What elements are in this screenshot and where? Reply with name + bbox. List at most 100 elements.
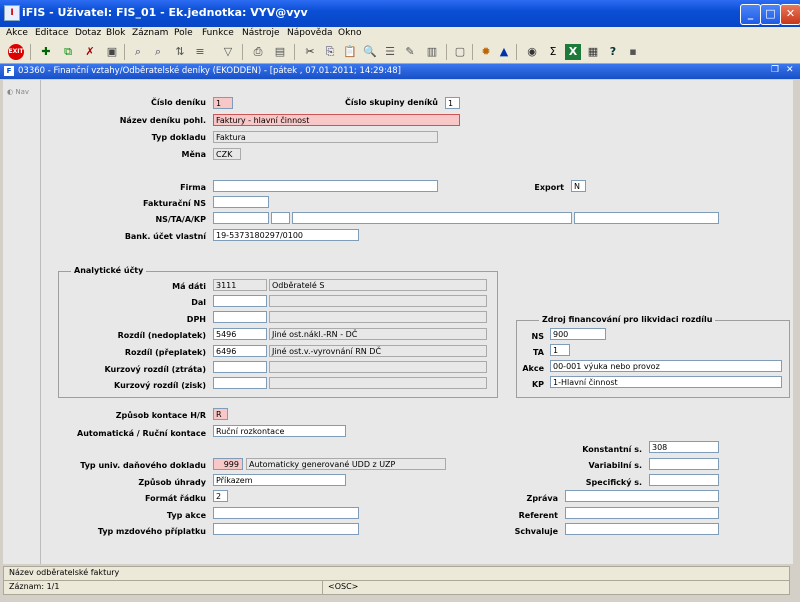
fakturacni-ns-field[interactable] [213, 196, 269, 208]
ta-field[interactable] [271, 212, 290, 224]
close-form-icon[interactable]: ✕ [786, 65, 794, 75]
excel-icon[interactable]: X [565, 44, 581, 60]
close-button[interactable]: ✕ [780, 4, 800, 25]
dal-label: Dal [191, 298, 206, 307]
kp-field[interactable] [574, 212, 719, 224]
toolbar: EXIT ✚ ⧉ ✗ ▣ ⌕ ⌕ ⇅ ≡ ▽ ⎙ ▤ ✂ ⎘ 📋 🔍 ☰ ✎ ▥… [0, 41, 800, 64]
menu-bar: Akce Editace Dotaz Blok Záznam Pole Funk… [0, 27, 800, 41]
query-execute-icon[interactable]: ⌕ [150, 44, 166, 60]
auto-rucni-field[interactable]: Ruční rozkontace [213, 425, 346, 437]
about-icon[interactable]: ▪ [625, 44, 641, 60]
variabilni-field[interactable] [649, 458, 719, 470]
mena-field: CZK [213, 148, 241, 160]
query-enter-icon[interactable]: ⌕ [130, 44, 146, 60]
zdroj-ta-field[interactable]: 1 [550, 344, 570, 356]
zdroj-kp-field[interactable]: 1-Hlavní činnost [550, 376, 782, 388]
nav-icon: ◐ [7, 88, 14, 96]
cislo-skupiny-field[interactable]: 1 [445, 97, 460, 109]
rozdil-preplatek-code[interactable]: 6496 [213, 345, 267, 357]
dal-desc [269, 295, 487, 307]
tools-icon[interactable]: ✹ [478, 44, 494, 60]
rozdil-nedoplatek-code[interactable]: 5496 [213, 328, 267, 340]
edit-icon[interactable]: ✎ [402, 44, 418, 60]
nav-panel: ◐ Nav [3, 80, 41, 564]
ns-field[interactable] [213, 212, 269, 224]
toolbar-separator [124, 44, 125, 60]
paste-icon[interactable]: 📋 [342, 44, 358, 60]
minimize-button[interactable]: _ [740, 4, 761, 25]
cislo-deniku-field[interactable]: 1 [213, 97, 233, 109]
kurzovy-ztrata-label: Kurzový rozdíl (ztráta) [104, 365, 206, 374]
specificky-field[interactable] [649, 474, 719, 486]
typ-univ-code[interactable]: 999 [213, 458, 243, 470]
zdroj-akce-field[interactable]: 00-001 výuka nebo provoz [550, 360, 782, 372]
open-file-icon[interactable]: ▦ [585, 44, 601, 60]
zpusob-kontace-field[interactable]: R [213, 408, 228, 420]
firma-field[interactable] [213, 180, 438, 192]
menu-editace[interactable]: Editace [35, 28, 68, 38]
menu-dotaz[interactable]: Dotaz [75, 28, 101, 38]
menu-funkce[interactable]: Funkce [202, 28, 234, 38]
list-icon[interactable]: ≡ [192, 44, 208, 60]
export-label: Export [534, 183, 564, 192]
konstantni-field[interactable]: 308 [649, 441, 719, 453]
format-radku-field[interactable]: 2 [213, 490, 228, 502]
format-radku-label: Formát řádku [144, 494, 206, 503]
menu-nastroje[interactable]: Nástroje [242, 28, 280, 38]
report-icon[interactable]: ▤ [272, 44, 288, 60]
zdroj-financovani-title: Zdroj financování pro likvidaci rozdílu [539, 315, 716, 324]
columns-icon[interactable]: ▥ [424, 44, 440, 60]
menu-zaznam[interactable]: Záznam [132, 28, 168, 38]
lock-record-icon[interactable]: ▣ [104, 44, 120, 60]
exit-icon[interactable]: EXIT [8, 44, 24, 60]
kurzovy-zisk-code[interactable] [213, 377, 267, 389]
export-field[interactable]: N [571, 180, 586, 192]
dph-code[interactable] [213, 311, 267, 323]
akce-field[interactable] [292, 212, 572, 224]
menu-pole[interactable]: Pole [174, 28, 193, 38]
nazev-deniku-field[interactable]: Faktury - hlavní činnost [213, 114, 460, 126]
nav-label: Nav [15, 88, 30, 96]
sum-icon[interactable]: Σ [545, 44, 561, 60]
referent-field[interactable] [565, 507, 719, 519]
menu-napoveda[interactable]: Nápověda [287, 28, 333, 38]
calculator-icon[interactable]: ◉ [524, 44, 540, 60]
list-values-icon[interactable]: ☰ [382, 44, 398, 60]
restore-form-icon[interactable]: ❐ [771, 65, 779, 75]
rozdil-nedoplatek-label: Rozdíl (nedoplatek) [117, 331, 206, 340]
nazev-deniku-label: Název deníku pohl. [119, 116, 206, 125]
typ-mzdoveho-field[interactable] [213, 523, 359, 535]
find-icon[interactable]: 🔍 [362, 44, 378, 60]
delete-record-icon[interactable]: ✗ [82, 44, 98, 60]
duplicate-record-icon[interactable]: ⧉ [60, 44, 76, 60]
insert-record-icon[interactable]: ✚ [38, 44, 54, 60]
zprava-field[interactable] [565, 490, 719, 502]
kurzovy-zisk-label: Kurzový rozdíl (zisk) [114, 381, 206, 390]
menu-okno[interactable]: Okno [338, 28, 362, 38]
form-title: 03360 - Finanční vztahy/Odběratelské den… [18, 66, 401, 76]
sort-icon[interactable]: ⇅ [172, 44, 188, 60]
zpusob-uhrady-label: Způsob úhrady [138, 478, 206, 487]
kurzovy-ztrata-code[interactable] [213, 361, 267, 373]
help-icon[interactable]: ? [605, 44, 621, 60]
konstantni-label: Konstantní s. [582, 445, 642, 454]
zpusob-uhrady-field[interactable]: Příkazem [213, 474, 346, 486]
zdroj-ns-field[interactable]: 900 [550, 328, 606, 340]
vertical-scrollbar[interactable] [793, 80, 799, 564]
maximize-button[interactable]: □ [760, 4, 781, 25]
zdroj-kp-label: KP [531, 380, 544, 389]
filter-icon[interactable]: ▽ [220, 44, 236, 60]
cislo-skupiny-label: Číslo skupiny deníků [345, 98, 438, 107]
schvaluje-field[interactable] [565, 523, 719, 535]
cut-icon[interactable]: ✂ [302, 44, 318, 60]
bank-ucet-field[interactable]: 19-5373180297/0100 [213, 229, 359, 241]
copy-icon[interactable]: ⎘ [322, 44, 338, 60]
menu-akce[interactable]: Akce [6, 28, 28, 38]
nav-button[interactable]: ◐ Nav [7, 88, 29, 96]
typ-akce-field[interactable] [213, 507, 359, 519]
print-icon[interactable]: ⎙ [250, 44, 266, 60]
menu-blok[interactable]: Blok [106, 28, 125, 38]
chart-icon[interactable]: ▲ [496, 44, 512, 60]
document-icon[interactable]: ▢ [452, 44, 468, 60]
dal-code[interactable] [213, 295, 267, 307]
